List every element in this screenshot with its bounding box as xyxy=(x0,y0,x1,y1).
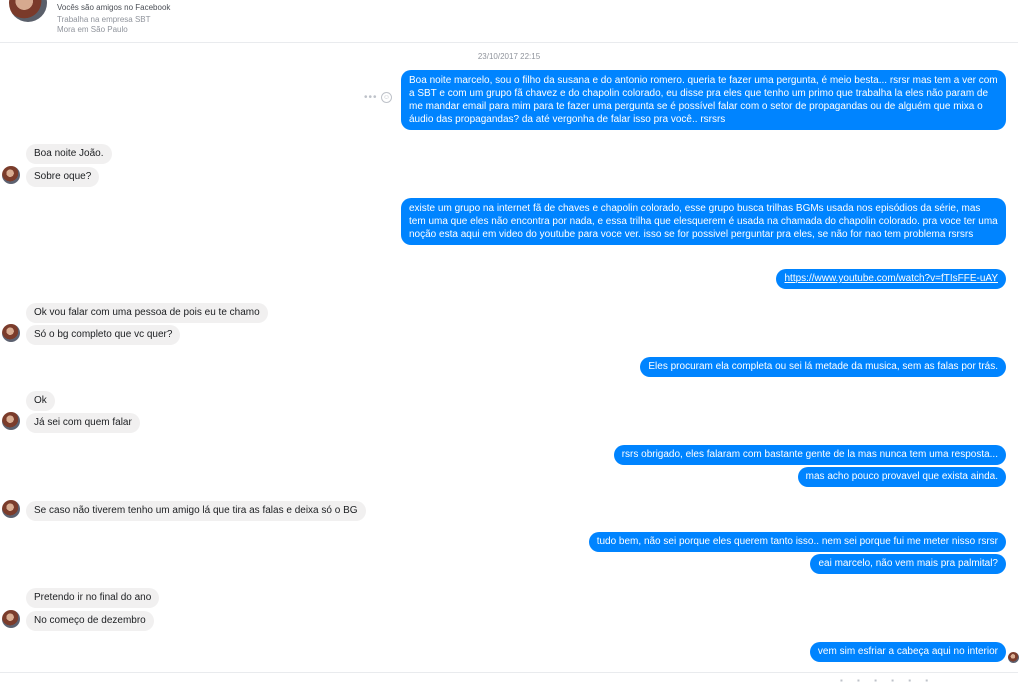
profile-avatar[interactable] xyxy=(9,0,47,22)
incoming-message[interactable]: Ok vou falar com uma pessoa de pois eu t… xyxy=(26,303,268,323)
contact-avatar[interactable] xyxy=(2,166,20,184)
contact-avatar[interactable] xyxy=(2,500,20,518)
friends-status-text: Vocês são amigos no Facebook xyxy=(57,3,171,12)
contact-avatar[interactable] xyxy=(2,324,20,342)
emoji-icon[interactable]: ☺ xyxy=(381,92,392,103)
youtube-link-message[interactable]: https://www.youtube.com/watch?v=fTIsFFE-… xyxy=(776,269,1006,289)
contact-avatar[interactable] xyxy=(2,610,20,628)
profile-header: Vocês são amigos no Facebook Trabalha na… xyxy=(0,0,1018,43)
more-icon[interactable]: ••• xyxy=(364,92,378,103)
outgoing-message[interactable]: rsrs obrigado, eles falaram com bastante… xyxy=(613,445,1006,465)
outgoing-message[interactable]: Eles procuram ela completa ou sei lá met… xyxy=(640,357,1006,377)
incoming-message[interactable]: Já sei com quem falar xyxy=(26,413,140,433)
incoming-message[interactable]: Pretendo ir no final do ano xyxy=(26,588,160,608)
incoming-message[interactable]: Se caso não tiverem tenho um amigo lá qu… xyxy=(26,501,366,521)
outgoing-message[interactable]: tudo bem, não sei porque eles querem tan… xyxy=(588,532,1006,552)
composer-toolbar[interactable]: ▪ ▪ ▪ ▪ ▪ ▪ xyxy=(840,676,934,685)
outgoing-message[interactable]: eai marcelo, não vem mais pra palmital? xyxy=(810,554,1006,574)
outgoing-message[interactable]: Boa noite marcelo, sou o filho da susana… xyxy=(401,70,1006,130)
contact-avatar[interactable] xyxy=(2,412,20,430)
incoming-message[interactable]: No começo de dezembro xyxy=(26,611,154,631)
outgoing-message[interactable]: vem sim esfriar a cabeça aqui no interio… xyxy=(809,642,1006,662)
conversation-timestamp: 23/10/2017 22:15 xyxy=(477,52,541,61)
work-info-text: Trabalha na empresa SBT xyxy=(57,15,151,24)
incoming-message[interactable]: Sobre oque? xyxy=(26,167,100,187)
city-info-text: Mora em São Paulo xyxy=(57,25,128,34)
composer-divider xyxy=(0,672,1018,673)
incoming-message[interactable]: Ok xyxy=(26,391,55,411)
incoming-message[interactable]: Boa noite João. xyxy=(26,144,112,164)
incoming-message[interactable]: Só o bg completo que vc quer? xyxy=(26,325,181,345)
outgoing-message[interactable]: mas acho pouco provavel que exista ainda… xyxy=(797,467,1006,487)
seen-receipt-avatar xyxy=(1008,652,1019,663)
outgoing-message[interactable]: existe um grupo na internet fã de chaves… xyxy=(401,198,1006,245)
